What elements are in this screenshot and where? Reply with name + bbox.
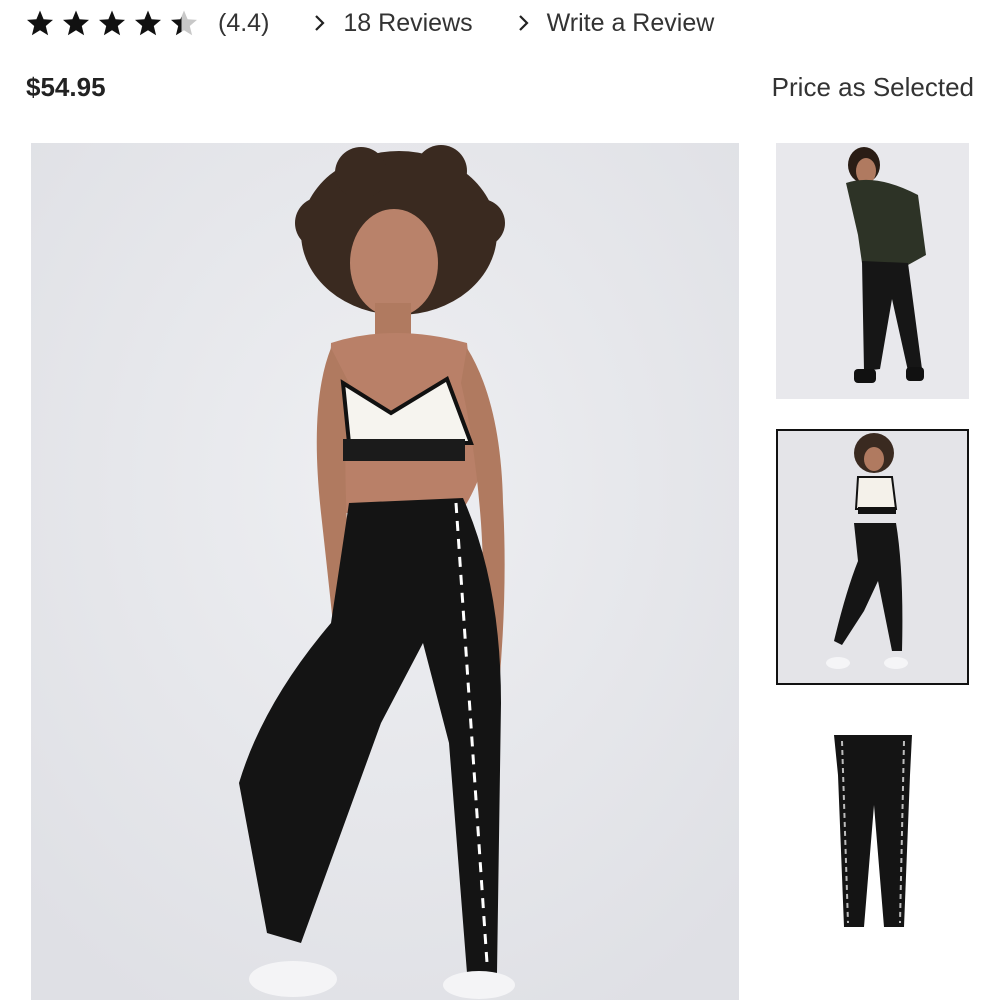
rating-value: (4.4) bbox=[218, 8, 270, 37]
thumbnail-sports-bra-selected[interactable] bbox=[776, 429, 969, 685]
thumbnail-image bbox=[778, 431, 967, 683]
star-icon bbox=[171, 10, 197, 36]
chevron-right-icon bbox=[315, 15, 325, 31]
star-icon bbox=[63, 10, 89, 36]
star-icon bbox=[135, 10, 161, 36]
reviews-link-label: 18 Reviews bbox=[343, 8, 473, 37]
thumbnail-image bbox=[776, 143, 969, 399]
main-product-image[interactable] bbox=[31, 143, 739, 1000]
thumbnail-image bbox=[776, 715, 969, 971]
write-review-link[interactable]: Write a Review bbox=[515, 8, 715, 38]
star-icon bbox=[27, 10, 53, 36]
write-review-link-label: Write a Review bbox=[546, 8, 715, 37]
star-icon bbox=[99, 10, 125, 36]
product-price: $54.95 bbox=[26, 72, 106, 102]
reviews-link[interactable]: 18 Reviews bbox=[311, 8, 473, 38]
rating-row: (4.4) 18 Reviews Write a Review bbox=[26, 2, 714, 44]
price-note: Price as Selected bbox=[771, 72, 974, 102]
chevron-right-icon bbox=[518, 15, 529, 31]
model-illustration bbox=[31, 143, 739, 1000]
star-rating[interactable] bbox=[26, 9, 206, 37]
thumbnail-joggers-flat[interactable] bbox=[776, 715, 969, 971]
thumbnail-camo-hoodie[interactable] bbox=[776, 143, 969, 399]
